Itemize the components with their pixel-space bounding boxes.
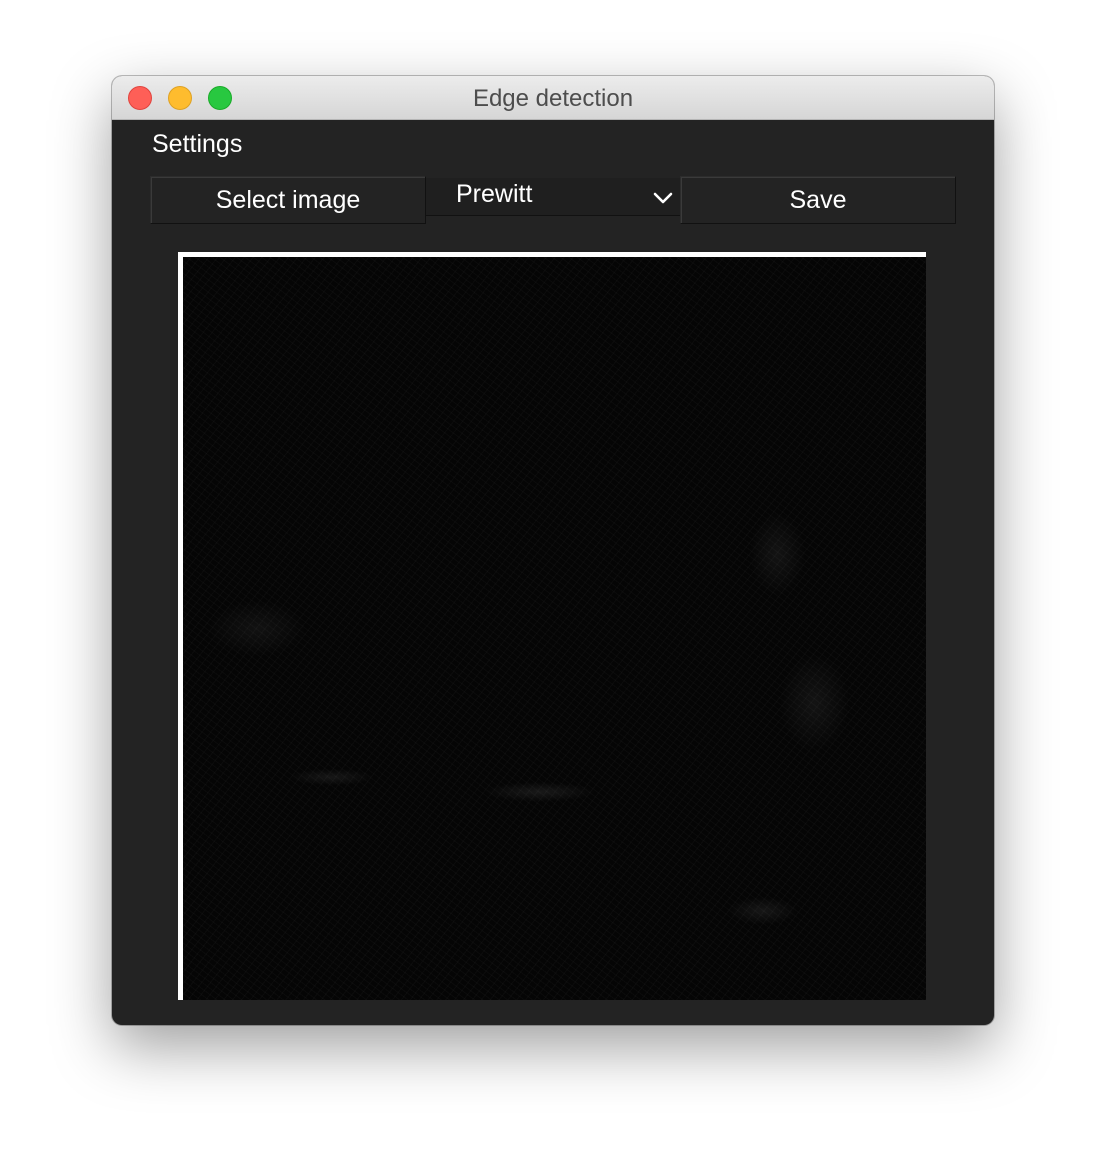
save-button[interactable]: Save: [680, 176, 956, 224]
window-title: Edge detection: [472, 85, 634, 112]
edge-detection-result-image: [183, 257, 926, 1000]
chevron-down-icon: [653, 192, 673, 204]
filter-dropdown[interactable]: Prewitt: [426, 178, 680, 216]
title-bar[interactable]: Edge detection: [112, 76, 994, 120]
settings-menu[interactable]: Settings: [152, 130, 242, 159]
select-image-button[interactable]: Select image: [150, 176, 426, 224]
filter-dropdown-value: Prewitt: [456, 180, 533, 208]
app-window: Edge detection Settings Select image Pre…: [112, 76, 994, 1025]
image-preview-frame: [178, 252, 926, 1000]
